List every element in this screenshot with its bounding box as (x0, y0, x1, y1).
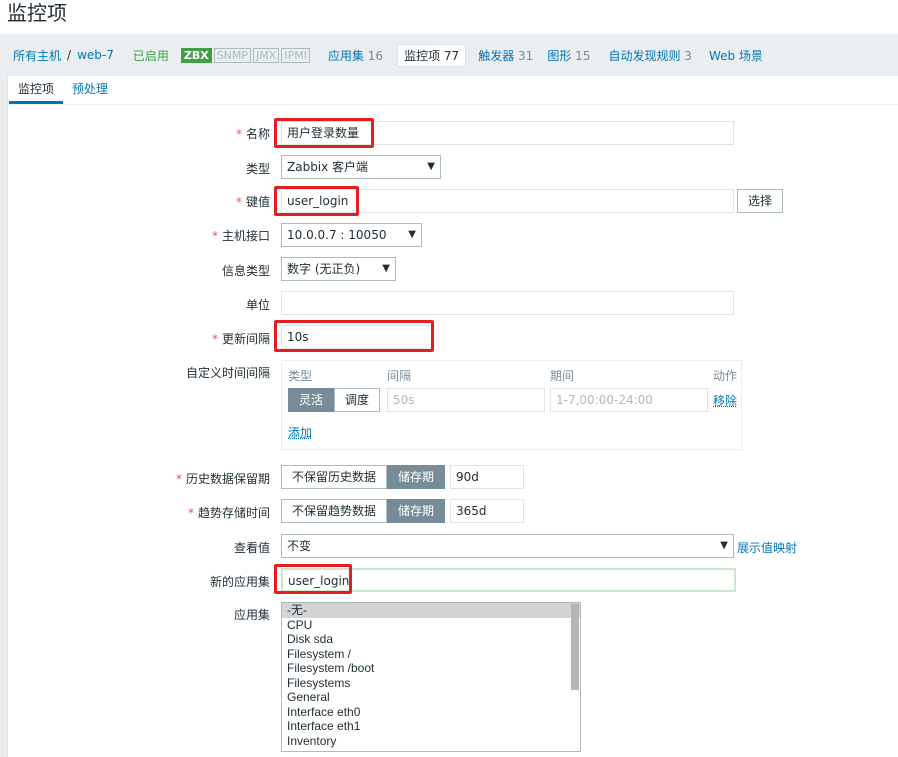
history-label: * 历史数据保留期 (175, 472, 270, 486)
custom-intervals-table: 类型 间隔 期间 动作 灵活 调度 50s 1-7,00:00-24:00 移除… (281, 360, 742, 450)
snmp-interface-badge: SNMP (213, 47, 252, 63)
remove-interval-link[interactable]: 移除 (713, 392, 737, 409)
type-select[interactable]: Zabbix 客户端 ▼ (281, 155, 441, 179)
scheduling-option[interactable]: 调度 (334, 388, 381, 412)
new-application-field[interactable]: user_login (281, 568, 736, 592)
list-item[interactable]: -无- (282, 603, 580, 618)
add-interval-link[interactable]: 添加 (288, 424, 312, 441)
header-interval: 间隔 (387, 369, 412, 383)
trends-label: * 趋势存储时间 (187, 506, 270, 520)
show-valuemap-link[interactable]: 展示值映射 (737, 539, 797, 556)
header (0, 0, 898, 34)
interval-field[interactable]: 10s (281, 325, 432, 349)
nav-tab-items[interactable]: 监控项 77 (397, 43, 467, 67)
header-period: 期间 (550, 369, 575, 383)
nav-tab-applications[interactable]: 应用集 16 (328, 47, 383, 64)
flex-period-input[interactable]: 1-7,00:00-24:00 (550, 388, 708, 412)
trends-mode-toggle: 不保留趋势数据 储存期 (281, 499, 446, 523)
all-hosts-link[interactable]: 所有主机 (13, 47, 61, 64)
list-item[interactable]: Filesystems (282, 676, 580, 691)
name-label: * 名称 (235, 127, 270, 141)
list-item[interactable]: CPU (282, 618, 580, 633)
listbox-scrollbar[interactable] (571, 604, 579, 690)
header-action: 动作 (713, 369, 738, 383)
list-item[interactable]: Filesystem /boot (282, 661, 580, 676)
host-navigation: 所有主机 / web-7 已启用 ZBX SNMP JMX IPMI 应用集 1… (0, 34, 898, 76)
tab-item[interactable]: 监控项 (9, 80, 64, 104)
key-field[interactable]: user_login (281, 189, 734, 213)
custom-intervals-label: 自定义时间间隔 (185, 366, 270, 380)
units-field[interactable] (281, 291, 734, 315)
zbx-interface-badge: ZBX (180, 47, 212, 63)
flex-interval-input[interactable]: 50s (387, 388, 545, 412)
list-item[interactable]: Filesystem / (282, 647, 580, 662)
breadcrumb-separator: / (67, 48, 72, 62)
chevron-down-icon: ▼ (408, 229, 416, 240)
units-label: 单位 (245, 298, 270, 312)
nav-tab-triggers[interactable]: 触发器 31 (478, 47, 533, 64)
list-item[interactable]: Disk sda (282, 632, 580, 647)
chevron-down-icon: ▼ (427, 161, 435, 172)
interface-select[interactable]: 10.0.0.7 : 10050 ▼ (281, 223, 422, 247)
flexible-option[interactable]: 灵活 (288, 388, 335, 412)
list-item[interactable]: Interface eth1 (282, 719, 580, 734)
chevron-down-icon: ▼ (720, 540, 728, 551)
nav-tab-graphs[interactable]: 图形 15 (547, 47, 590, 64)
list-item[interactable]: Inventory (282, 734, 580, 749)
jmx-interface-badge: JMX (253, 47, 280, 63)
tab-preprocessing[interactable]: 预处理 (63, 80, 117, 104)
key-label: * 键值 (235, 195, 270, 209)
applications-label: 应用集 (233, 608, 270, 622)
list-item[interactable]: General (282, 690, 580, 705)
chevron-down-icon: ▼ (382, 263, 390, 274)
ipmi-interface-badge: IPMI (281, 47, 310, 63)
history-storage-option[interactable]: 储存期 (387, 465, 446, 489)
nav-tab-discovery[interactable]: 自动发现规则 3 (608, 47, 691, 64)
type-label: 类型 (245, 162, 270, 176)
page-title: 监控项 (7, 1, 67, 25)
interface-label: * 主机接口 (211, 229, 270, 243)
interval-type-toggle: 灵活 调度 (288, 388, 381, 412)
select-key-button[interactable]: 选择 (737, 189, 784, 213)
no-history-option[interactable]: 不保留历史数据 (281, 465, 388, 489)
trends-period-field[interactable]: 365d (450, 499, 524, 523)
header-type: 类型 (288, 369, 313, 383)
form-tabs: 监控项 预处理 (8, 76, 898, 105)
host-name-link[interactable]: web-7 (77, 48, 114, 62)
host-status: 已启用 (132, 48, 169, 63)
list-item[interactable]: Interface eth0 (282, 705, 580, 720)
name-field[interactable]: 用户登录数量 (281, 121, 734, 145)
valuemap-select[interactable]: 不变 ▼ (281, 534, 734, 558)
interval-label: * 更新间隔 (211, 332, 270, 346)
nav-tab-web[interactable]: Web 场景 (709, 47, 763, 64)
no-trends-option[interactable]: 不保留趋势数据 (281, 499, 388, 523)
trends-storage-option[interactable]: 储存期 (387, 499, 446, 523)
valuemap-label: 查看值 (233, 541, 270, 555)
new-application-label: 新的应用集 (209, 575, 270, 589)
info-type-label: 信息类型 (221, 264, 270, 278)
history-mode-toggle: 不保留历史数据 储存期 (281, 465, 446, 489)
item-form: 监控项 预处理 * 名称 用户登录数量 类型 Zabbix 客户端 ▼ * 键值 us… (7, 76, 898, 757)
info-type-select[interactable]: 数字 (无正负) ▼ (281, 257, 396, 281)
applications-listbox[interactable]: -无- CPU Disk sda Filesystem / Filesystem… (281, 602, 581, 752)
history-period-field[interactable]: 90d (450, 465, 524, 489)
